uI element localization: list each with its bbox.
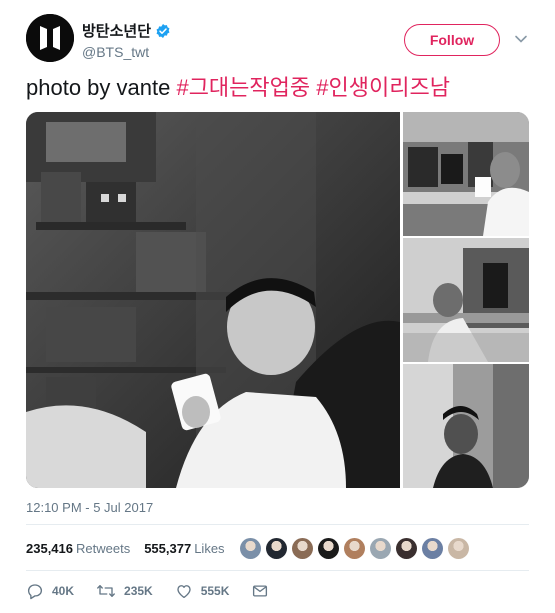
like-button[interactable]: 555K — [175, 582, 230, 600]
tweet-header: 방탄소년단 @BTS_twt Follow — [26, 14, 536, 70]
tweet-actions: 40K 235K 555K — [26, 580, 299, 602]
retweet-count: 235K — [124, 584, 153, 598]
photo-thumb[interactable] — [403, 238, 529, 362]
liker-avatar[interactable] — [266, 538, 287, 559]
retweet-icon — [97, 585, 115, 597]
liker-avatar[interactable] — [344, 538, 365, 559]
photo-main[interactable] — [26, 112, 400, 488]
likes-count: 555,377 — [144, 540, 192, 556]
liker-avatar[interactable] — [240, 538, 261, 559]
hashtag-link[interactable]: #인생이리즈남 — [316, 75, 450, 100]
retweet-button[interactable]: 235K — [96, 582, 153, 600]
verified-badge-icon — [155, 23, 171, 39]
likes-stat[interactable]: 555,377 Likes — [144, 541, 224, 556]
divider — [26, 524, 529, 525]
photo-thumb[interactable] — [403, 112, 529, 236]
like-icon — [177, 585, 191, 599]
tweet-stats: 235,416 Retweets 555,377 Likes — [26, 534, 239, 562]
liker-avatar[interactable] — [370, 538, 391, 559]
divider — [26, 570, 529, 571]
likes-label: Likes — [194, 540, 225, 556]
display-name[interactable]: 방탄소년단 — [82, 20, 151, 41]
reply-count: 40K — [52, 584, 75, 598]
follow-button[interactable]: Follow — [404, 24, 500, 56]
photo-thumb[interactable] — [403, 364, 529, 488]
liker-avatar[interactable] — [448, 538, 469, 559]
liker-avatar[interactable] — [292, 538, 313, 559]
liker-avatar[interactable] — [318, 538, 339, 559]
reply-button[interactable]: 40K — [26, 582, 74, 600]
direct-message-icon — [253, 585, 268, 597]
hashtag-link[interactable]: #그대는작업중 — [176, 75, 310, 100]
bts-logo-icon — [26, 14, 74, 62]
reply-icon — [27, 584, 43, 600]
retweets-label: Retweets — [76, 540, 131, 556]
user-handle[interactable]: @BTS_twt — [82, 44, 171, 60]
direct-message-button[interactable] — [251, 582, 277, 600]
liker-avatar[interactable] — [422, 538, 443, 559]
chevron-down-icon[interactable] — [514, 32, 528, 46]
tweet-text: photo by vante #그대는작업중 #인생이리즈남 — [26, 74, 536, 102]
user-names: 방탄소년단 @BTS_twt — [82, 20, 171, 60]
retweets-count: 235,416 — [26, 540, 73, 556]
liker-avatars — [240, 538, 474, 560]
tweet-body: photo by vante — [26, 75, 177, 100]
media-grid — [26, 112, 529, 488]
like-count: 555K — [200, 584, 230, 598]
avatar[interactable] — [26, 14, 74, 62]
display-name-row[interactable]: 방탄소년단 — [82, 20, 171, 41]
tweet-timestamp[interactable]: 12:10 PM - 5 Jul 2017 — [26, 500, 153, 515]
liker-avatar[interactable] — [396, 538, 417, 559]
retweets-stat[interactable]: 235,416 Retweets — [26, 541, 130, 556]
